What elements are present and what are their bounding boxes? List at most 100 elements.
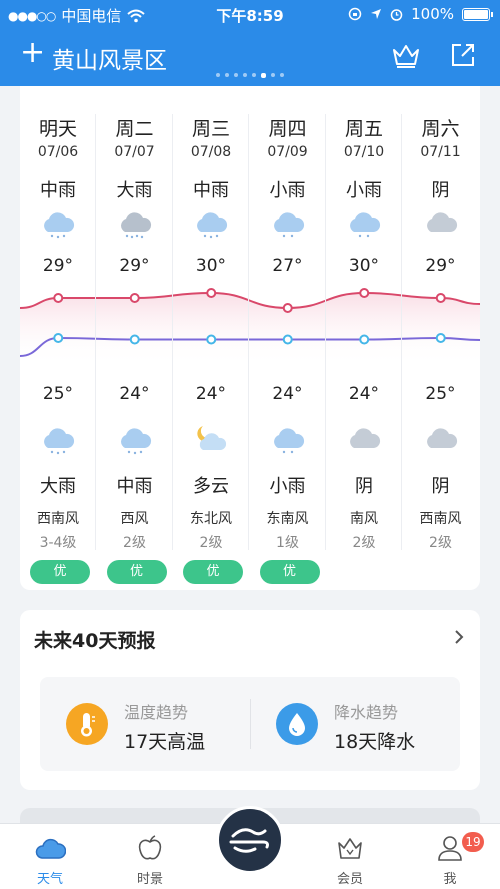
high-temp: 30° [195,256,227,276]
cloud-icon [35,838,66,859]
aqi-badge[interactable]: 优 [183,560,243,584]
raindrop-icon [276,703,318,745]
header: + 黄山风景区 [0,36,500,76]
temperature-trend-label: 温度趋势 [124,703,189,722]
user-icon [438,836,462,861]
day-date: 07/09 [267,144,308,160]
city-pager [0,72,500,78]
wind-level: 1级 [276,535,299,551]
page-dot [234,73,238,77]
low-temp: 24° [119,384,150,404]
tab-member[interactable]: 会员 [310,824,390,889]
day-weather: 中雨 [193,180,229,201]
day-date: 07/07 [114,144,155,160]
day-name: 明天 [38,118,77,140]
day-date: 07/11 [420,144,461,160]
rain-cloud-icon [193,206,229,240]
city-title[interactable]: 黄山风景区 [52,41,167,75]
night-weather: 阴 [431,476,450,497]
day-date: 07/06 [37,144,79,160]
add-city-button[interactable]: + [20,38,45,68]
overcast-cloud-icon [423,422,459,456]
overcast-cloud-icon [346,422,382,456]
location-icon [371,9,382,19]
rain-trend-value: 18天降水 [334,731,416,753]
high-temp: 29° [119,256,150,276]
wind-level: 2级 [199,535,223,551]
tab-me-label: 我 [443,872,457,887]
overcast-cloud-icon [423,206,459,240]
day-weather: 小雨 [269,180,306,201]
page-dot [243,73,247,77]
day-name: 周四 [268,118,307,140]
forecast-day-column[interactable]: 周六 07/11 阴 29° 25° 阴西南风 2级 [403,86,479,551]
day-name: 周三 [191,118,230,140]
day-weather: 大雨 [116,180,153,201]
crown-icon[interactable] [390,40,422,70]
outlook-panel: 温度趋势 17天高温 降水趋势 18天降水 [40,677,460,771]
rain-trend-label: 降水趋势 [334,703,399,722]
battery-percent: 100% [411,5,454,23]
aqi-badge[interactable]: 优 [106,560,167,584]
night-weather: 中雨 [116,476,153,497]
lock-rotation-icon [348,7,362,21]
tab-weather-label: 天气 [36,872,63,887]
tab-weather[interactable]: 天气 [10,824,90,889]
tab-scenery[interactable]: 时景 [110,824,190,889]
low-temp: 24° [348,384,380,404]
night-weather: 小雨 [269,476,306,497]
day-name: 周五 [344,118,383,140]
light-rain-cloud-icon [346,206,382,240]
day-weather: 小雨 [346,180,382,201]
outlook-card[interactable]: 未来40天预报 温度趋势 17天高温 降水趋势 18天降水 [20,610,480,790]
apple-icon [138,835,162,860]
page-dot [280,73,284,77]
chevron-right-icon[interactable] [452,628,466,646]
wind-level: 2级 [429,535,452,551]
outlook-title: 未来40天预报 [34,630,156,652]
aqi-badge[interactable]: 优 [30,560,90,584]
wind-direction: 南风 [350,511,378,527]
tab-member-label: 会员 [336,872,363,887]
forecast-day-column[interactable]: 周二 07/07 大雨 29° 24° 中雨 西风 2级优 [97,86,173,584]
page-dot [216,73,220,77]
temperature-trend-value: 17天高温 [124,731,206,753]
day-date: 07/08 [190,144,232,160]
rain-cloud-icon [40,206,76,240]
rain-trend[interactable]: 降水趋势 18天降水 [250,677,460,771]
top-bar: ●●●○○ 中国电信 下午8:59 100% + 黄山风景区 [0,0,500,86]
thermometer-icon [66,703,108,745]
page-dot [261,72,266,78]
crown-icon [338,838,362,859]
share-icon[interactable] [448,40,478,70]
high-temp: 27° [272,256,303,276]
rain-cloud-icon [117,422,153,456]
notification-badge: 19 [462,832,484,852]
light-rain-cloud-icon [270,206,306,240]
forecast-day-column[interactable]: 明天 07/06 中雨 29° 25° 大雨 西南风 3-4级优 [20,86,96,584]
night-weather: 阴 [355,476,373,497]
wind-level: 2级 [352,535,376,551]
day-weather: 阴 [431,180,450,201]
night-weather: 大雨 [40,476,76,497]
center-logo-button[interactable] [216,806,284,874]
low-temp: 25° [425,384,456,404]
forecast-day-column[interactable]: 周三 07/08 中雨 30° 24° 多云 东北风 2级优 [173,86,249,584]
status-bar: ●●●○○ 中国电信 下午8:59 100% [0,0,500,28]
moon-cloud-icon [193,422,229,456]
rain-cloud-icon [40,422,76,456]
forecast-day-column[interactable]: 周五 07/10 小雨 30° 24° 阴南风 2级 [326,86,402,551]
wind-level: 3-4级 [39,535,77,551]
wind-direction: 东北风 [190,511,232,527]
forecast-card[interactable]: 明天 07/06 中雨 29° 25° 大雨 西南风 3-4级优 周二 07/07 大雨 29° 24°… [20,86,480,590]
tab-scenery-label: 时景 [136,872,163,887]
temperature-trend[interactable]: 温度趋势 17天高温 [40,677,250,771]
forecast-day-column[interactable]: 周四 07/09 小雨 27° 24° 小雨 东南风 1级优 [250,86,326,584]
aqi-badge[interactable]: 优 [259,560,320,584]
low-temp: 24° [272,384,303,404]
day-name: 周六 [421,118,460,140]
heavy-rain-cloud-icon [117,206,153,240]
night-weather: 多云 [193,476,229,497]
wind-direction: 西南风 [419,511,462,527]
day-name: 周二 [115,118,154,140]
